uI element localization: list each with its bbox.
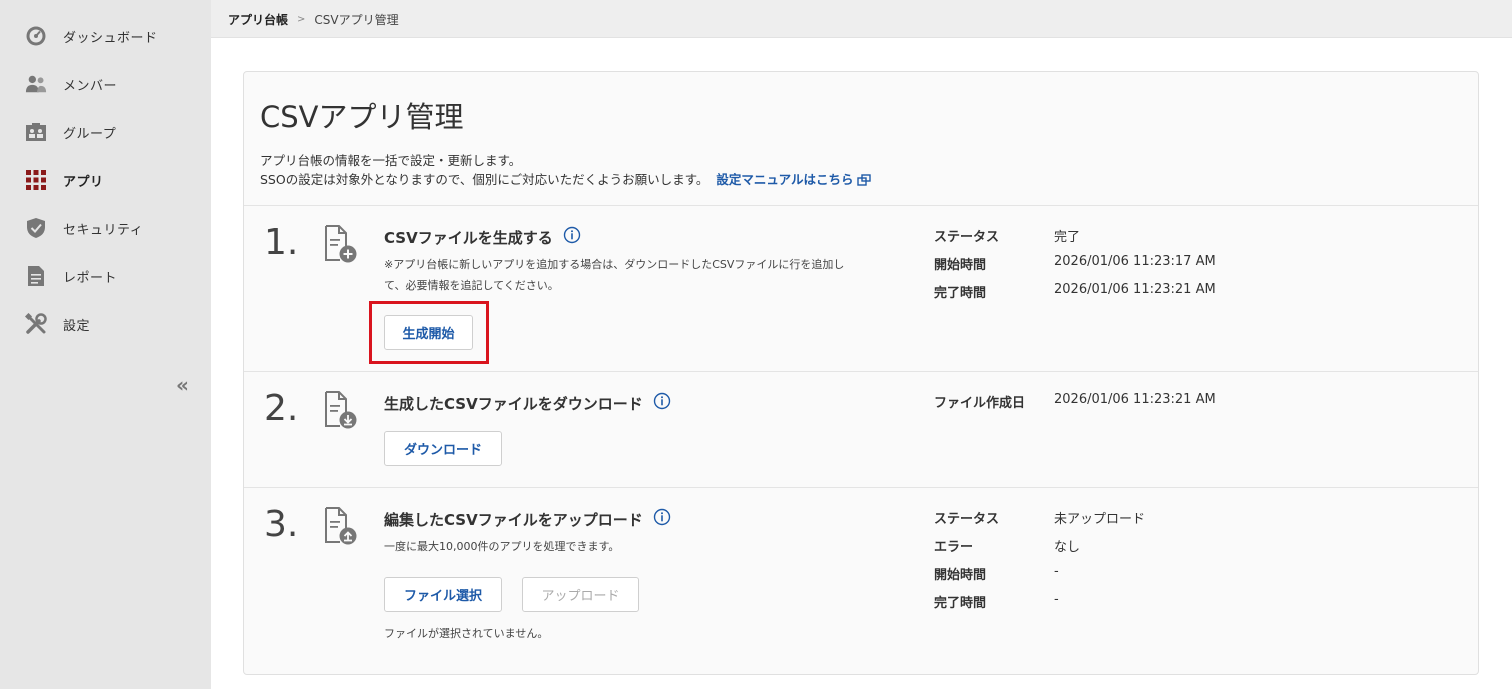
group-icon	[25, 121, 47, 143]
step-title: 生成したCSVファイルをダウンロード	[384, 392, 671, 414]
apps-grid-icon	[25, 169, 47, 191]
step-upload: 3. 編集したCSVファイルをアップロード 一度に最大10,000件のアプリを処…	[244, 487, 1478, 675]
generate-start-button[interactable]: 生成開始	[384, 315, 473, 350]
upload-button[interactable]: アップロード	[522, 577, 639, 612]
collapse-sidebar-button[interactable]: «	[176, 374, 196, 396]
step-download: 2. 生成したCSVファイルをダウンロード ダウンロード ファイル作成日 202…	[244, 371, 1478, 487]
file-upload-icon	[323, 506, 357, 546]
sidebar-item-apps[interactable]: アプリ	[0, 160, 211, 200]
sso-note: SSOの設定は対象外となりますので、個別にご対応いただくようお願いします。	[260, 172, 709, 187]
sidebar-item-members[interactable]: メンバー	[0, 64, 211, 104]
step-note-line: て、必要情報を追記してください。	[384, 279, 559, 292]
tools-icon	[25, 313, 47, 335]
sidebar-item-label: メンバー	[63, 78, 118, 94]
step-note-line: ※アプリ台帳に新しいアプリを追加する場合は、ダウンロードしたCSVファイルに行を…	[384, 258, 845, 271]
sidebar-item-group[interactable]: グループ	[0, 112, 211, 152]
error-label: エラー	[934, 540, 974, 555]
sidebar-item-settings[interactable]: 設定	[0, 304, 211, 344]
start-time-value: -	[1054, 564, 1059, 579]
end-time-value: -	[1054, 592, 1059, 607]
step-title: CSVファイルを生成する	[384, 226, 581, 248]
sidebar-item-label: セキュリティ	[63, 222, 144, 238]
end-time-value: 2026/01/06 11:23:21 AM	[1054, 282, 1216, 297]
breadcrumb-current: CSVアプリ管理	[314, 13, 399, 27]
manual-link-label: 設定マニュアルはこちら	[716, 172, 854, 187]
breadcrumb: アプリ台帳 > CSVアプリ管理	[228, 11, 399, 28]
end-time-label: 完了時間	[934, 596, 987, 611]
page-description-sso: SSOの設定は対象外となりますので、個別にご対応いただくようお願いします。 設定マ…	[260, 169, 872, 189]
sidebar-item-label: アプリ	[63, 174, 104, 190]
sidebar-item-security[interactable]: セキュリティ	[0, 208, 211, 248]
info-icon[interactable]	[653, 392, 671, 414]
step-title-text: CSVファイルを生成する	[384, 228, 553, 247]
report-icon	[25, 265, 47, 287]
step-note: ※アプリ台帳に新しいアプリを追加する場合は、ダウンロードしたCSVファイルに行を…	[384, 254, 844, 296]
status-label: ステータス	[934, 230, 1000, 245]
start-time-value: 2026/01/06 11:23:17 AM	[1054, 254, 1216, 269]
sidebar: ダッシュボード メンバー グループ アプリ セキュリティ レポート 設定 «	[0, 0, 211, 689]
dashboard-icon	[25, 25, 47, 47]
upload-limit-note: 一度に最大10,000件のアプリを処理できます。	[384, 540, 620, 553]
step-title-text: 生成したCSVファイルをダウンロード	[384, 394, 643, 413]
start-time-label: 開始時間	[934, 568, 987, 583]
step-number: 2.	[264, 388, 299, 429]
file-add-icon	[323, 224, 357, 264]
members-icon	[25, 73, 47, 95]
sidebar-item-dashboard[interactable]: ダッシュボード	[0, 16, 211, 56]
main-content: CSVアプリ管理 アプリ台帳の情報を一括で設定・更新します。 SSOの設定は対象…	[211, 38, 1512, 689]
topbar: アプリ台帳 > CSVアプリ管理	[211, 0, 1512, 38]
sidebar-item-label: グループ	[63, 126, 117, 142]
info-icon[interactable]	[563, 226, 581, 248]
page-description: アプリ台帳の情報を一括で設定・更新します。	[260, 153, 522, 168]
status-value: 完了	[1054, 230, 1081, 245]
breadcrumb-separator: >	[297, 14, 306, 25]
file-download-icon	[323, 390, 357, 430]
file-created-value: 2026/01/06 11:23:21 AM	[1054, 392, 1216, 407]
step-number: 3.	[264, 504, 299, 545]
external-link-icon	[857, 174, 872, 189]
step-title: 編集したCSVファイルをアップロード	[384, 508, 671, 530]
step-number: 1.	[264, 222, 299, 263]
start-time-label: 開始時間	[934, 258, 987, 273]
file-select-button[interactable]: ファイル選択	[384, 577, 502, 612]
status-value: 未アップロード	[1054, 512, 1146, 527]
shield-icon	[25, 217, 47, 239]
sidebar-item-label: レポート	[63, 270, 118, 286]
file-created-label: ファイル作成日	[934, 396, 1026, 411]
download-button[interactable]: ダウンロード	[384, 431, 502, 466]
status-label: ステータス	[934, 512, 1000, 527]
sidebar-item-label: ダッシュボード	[63, 30, 158, 46]
manual-link[interactable]: 設定マニュアルはこちら	[716, 172, 872, 189]
error-value: なし	[1054, 540, 1081, 555]
file-selection-message: ファイルが選択されていません。	[384, 627, 549, 640]
sidebar-item-report[interactable]: レポート	[0, 256, 211, 296]
csv-app-card: CSVアプリ管理 アプリ台帳の情報を一括で設定・更新します。 SSOの設定は対象…	[243, 71, 1479, 675]
info-icon[interactable]	[653, 508, 671, 530]
sidebar-item-label: 設定	[63, 318, 91, 334]
step-generate: 1. CSVファイルを生成する ※アプリ台帳に新しいアプリを追加する場合は、ダウ…	[244, 205, 1478, 371]
end-time-label: 完了時間	[934, 286, 987, 301]
breadcrumb-link-app-ledger[interactable]: アプリ台帳	[228, 11, 288, 28]
page-title: CSVアプリ管理	[260, 100, 464, 134]
step-title-text: 編集したCSVファイルをアップロード	[384, 510, 643, 529]
